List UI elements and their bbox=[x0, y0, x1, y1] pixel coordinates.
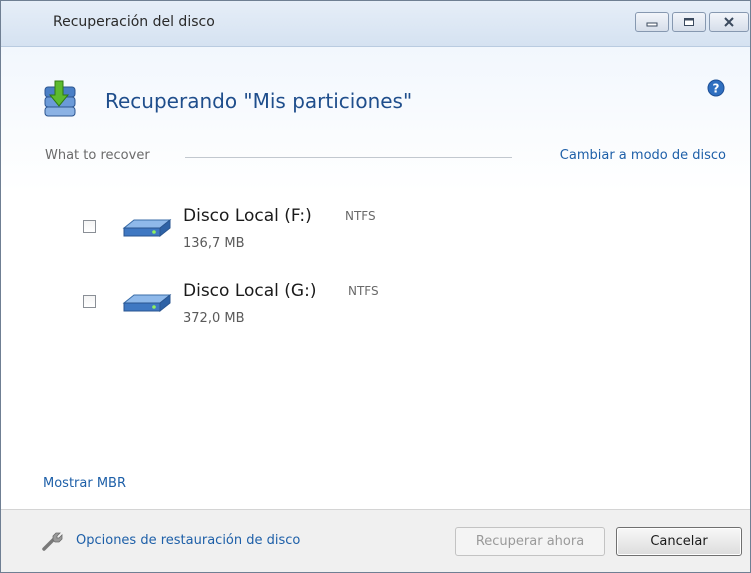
disk-recovery-icon bbox=[41, 79, 81, 123]
partition-name: Disco Local (G:) bbox=[183, 281, 317, 301]
cancel-button[interactable]: Cancelar bbox=[616, 527, 742, 556]
close-icon bbox=[724, 17, 734, 27]
recover-now-button[interactable]: Recuperar ahora bbox=[455, 527, 605, 556]
minimize-button[interactable] bbox=[635, 12, 669, 32]
page-title: Recuperando "Mis particiones" bbox=[105, 89, 413, 113]
partition-checkbox[interactable] bbox=[83, 220, 96, 233]
header-area bbox=[1, 47, 750, 192]
partition-checkbox[interactable] bbox=[83, 295, 96, 308]
section-divider bbox=[185, 157, 512, 158]
disk-icon bbox=[120, 291, 172, 321]
bottom-bar: Opciones de restauración de disco Recupe… bbox=[1, 509, 750, 572]
wrench-icon bbox=[41, 530, 63, 556]
show-mbr-link[interactable]: Mostrar MBR bbox=[43, 476, 126, 491]
partition-name: Disco Local (F:) bbox=[183, 206, 312, 226]
partition-row[interactable]: Disco Local (F:) NTFS 136,7 MB bbox=[83, 206, 503, 266]
close-button[interactable] bbox=[709, 12, 749, 32]
switch-to-disk-mode-link[interactable]: Cambiar a modo de disco bbox=[560, 148, 726, 163]
partition-size: 136,7 MB bbox=[183, 236, 245, 251]
title-bar: Recuperación del disco bbox=[1, 1, 750, 47]
maximize-button[interactable] bbox=[672, 12, 706, 32]
section-label: What to recover bbox=[45, 148, 150, 163]
partition-size: 372,0 MB bbox=[183, 311, 245, 326]
partition-filesystem: NTFS bbox=[348, 284, 379, 298]
restore-options-link[interactable]: Opciones de restauración de disco bbox=[76, 533, 300, 548]
window-title: Recuperación del disco bbox=[53, 14, 215, 30]
window-controls bbox=[635, 12, 749, 32]
maximize-icon bbox=[684, 18, 694, 26]
minimize-icon bbox=[646, 22, 658, 27]
svg-text:?: ? bbox=[713, 82, 720, 96]
what-to-recover-section: What to recover Cambiar a modo de disco bbox=[45, 148, 730, 168]
help-icon[interactable]: ? bbox=[707, 79, 725, 101]
recovery-window: Recuperación del disco Recuperando "Mis … bbox=[0, 0, 751, 573]
disk-icon bbox=[120, 216, 172, 246]
partition-row[interactable]: Disco Local (G:) NTFS 372,0 MB bbox=[83, 281, 503, 341]
partition-filesystem: NTFS bbox=[345, 209, 376, 223]
